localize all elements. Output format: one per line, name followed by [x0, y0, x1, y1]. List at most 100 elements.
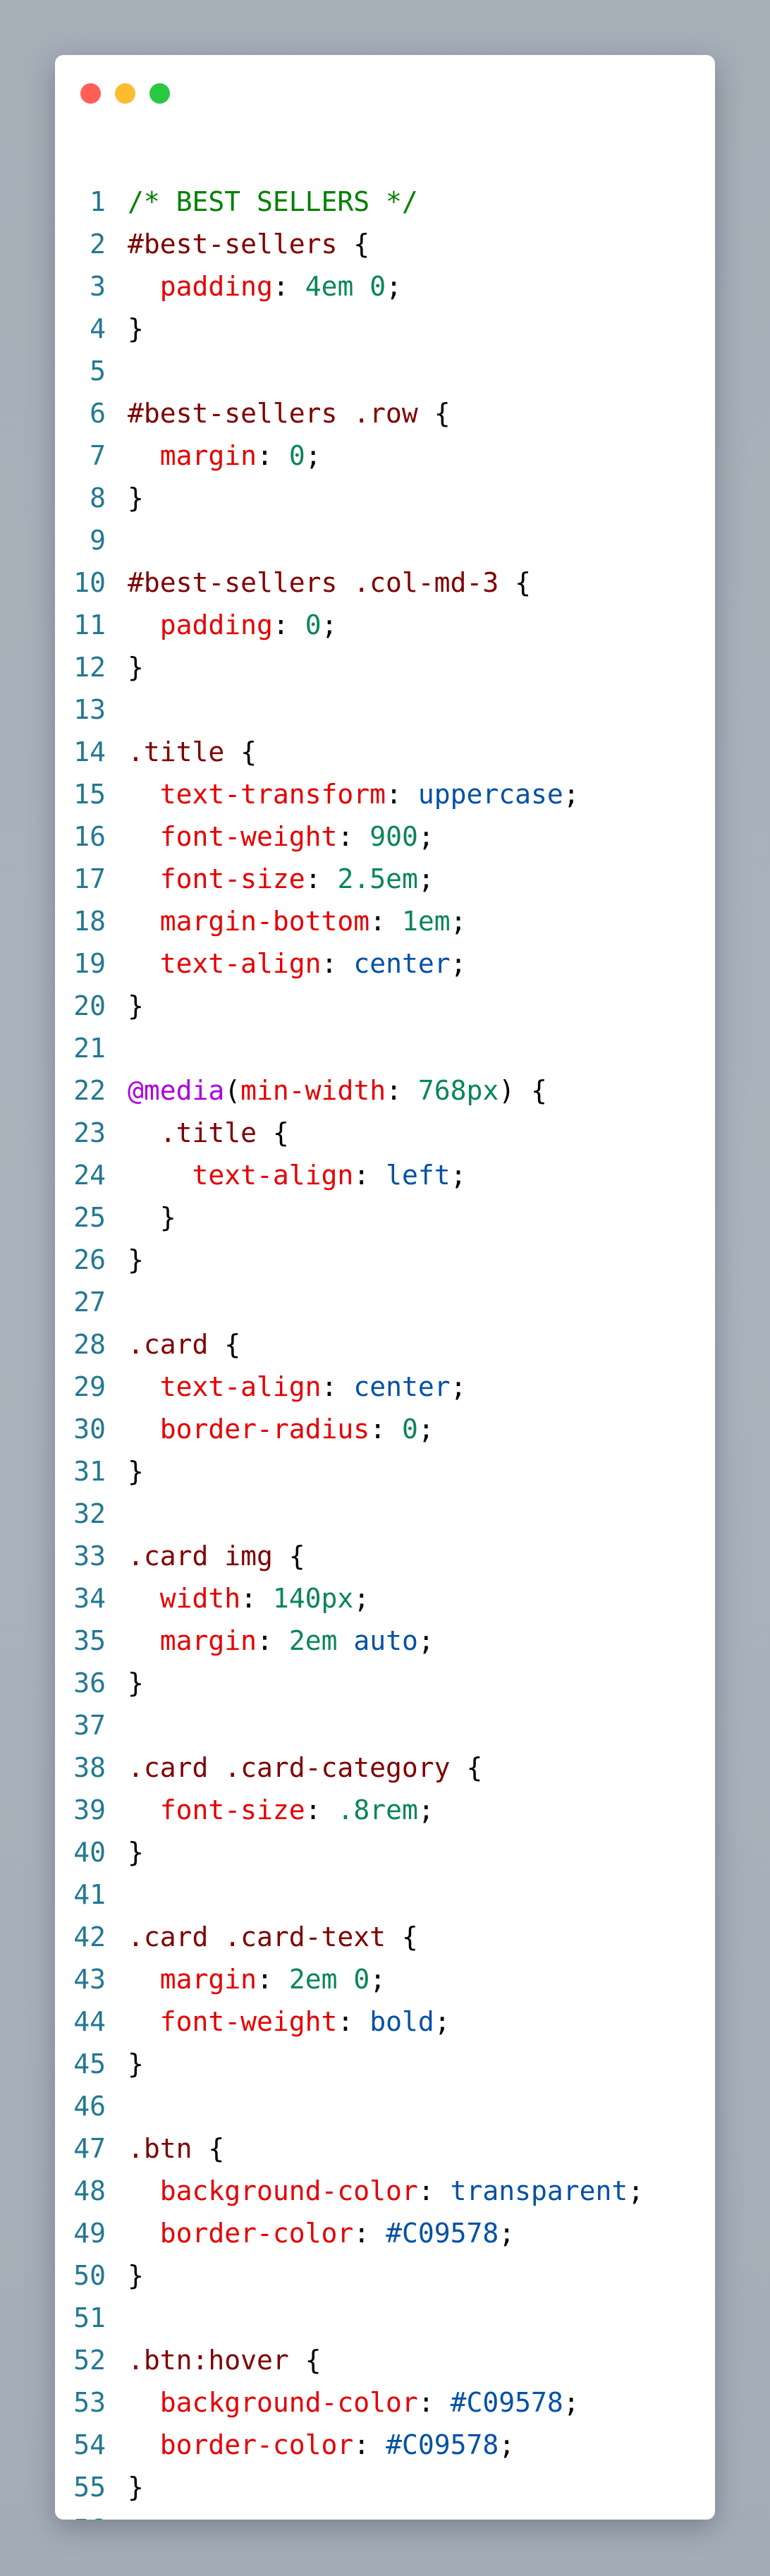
code-token-punct: { [499, 567, 531, 598]
code-token-prop: margin [159, 1964, 257, 1995]
code-token-punct: : [417, 2175, 451, 2206]
line-number: 29 [73, 1371, 106, 1402]
code-token-punct: ; [450, 906, 467, 937]
line-number: 35 [73, 1625, 106, 1656]
code-token-punct [128, 2006, 160, 2037]
line-number: 21 [73, 1033, 106, 1064]
code-token-punct [128, 821, 160, 852]
code-token-punct: { [272, 1541, 305, 1572]
code-token-punct: : [272, 271, 305, 302]
code-text: background-color: #C09578; [128, 2381, 580, 2424]
code-token-punct: } [128, 1244, 144, 1275]
line-number: 33 [73, 1541, 106, 1572]
code-token-punct: : [305, 863, 338, 894]
code-token-punct: ; [305, 440, 322, 471]
code-text: } [128, 2043, 144, 2085]
code-token-punct: ; [450, 948, 467, 979]
window-titlebar [55, 55, 715, 117]
code-token-selector: .title [128, 736, 225, 767]
code-token-punct: : [369, 906, 402, 937]
code-token-prop: margin [159, 1625, 257, 1656]
code-line: 40} [55, 1831, 715, 1873]
code-token-num: 0 [401, 1414, 418, 1445]
code-token-num: 2em [288, 1625, 338, 1656]
code-token-punct: ; [450, 1371, 467, 1402]
code-text: } [128, 646, 144, 688]
code-line: 9 [55, 519, 715, 561]
line-number: 7 [90, 440, 106, 471]
code-token-punct [128, 2218, 160, 2249]
code-token-num: 0 [288, 440, 305, 471]
code-token-prop: width [159, 1583, 241, 1614]
code-token-punct: ; [417, 1794, 434, 1825]
code-token-punct: { [386, 1921, 418, 1952]
code-token-punct: ; [450, 1160, 467, 1191]
line-number: 20 [73, 990, 106, 1021]
code-token-prop: background-color [159, 2175, 418, 2206]
code-token-punct [128, 2175, 160, 2206]
code-token-punct [128, 271, 160, 302]
line-number: 12 [73, 652, 106, 683]
code-token-punct: : [257, 1964, 289, 1995]
code-line: 52 .btn:hover { [55, 2339, 715, 2381]
code-text: @media(min-width: 768px) { [128, 1069, 547, 1112]
code-text: text-transform: uppercase; [128, 773, 580, 815]
line-number: 17 [73, 863, 106, 894]
line-number: 4 [90, 313, 106, 344]
code-token-punct [128, 1414, 160, 1445]
code-line: 26} [55, 1239, 715, 1281]
line-number: 37 [73, 1710, 106, 1741]
code-token-kw: center [353, 948, 451, 979]
line-number: 11 [73, 609, 106, 640]
code-token-punct: { [192, 2133, 225, 2164]
code-line: 42 .card .card-text { [55, 1916, 715, 1958]
close-window-button[interactable] [80, 83, 101, 104]
code-line: 24 text-align: left; [55, 1154, 715, 1196]
code-token-prop: text-align [159, 1371, 322, 1402]
line-number: 22 [73, 1075, 106, 1106]
code-token-prop: text-align [192, 1160, 354, 1191]
code-token-prop: font-weight [159, 821, 338, 852]
code-token-kw: transparent [450, 2175, 628, 2206]
code-token-prop: border-radius [159, 1414, 370, 1445]
code-token-punct: { [450, 1752, 483, 1783]
line-number: 2 [90, 229, 106, 260]
code-token-punct: : [386, 779, 418, 810]
code-token-punct [128, 1794, 160, 1825]
code-token-punct: { [208, 1329, 241, 1360]
code-token-punct: ; [417, 1414, 434, 1445]
code-token-punct: } [128, 2472, 144, 2503]
code-line: 29 text-align: center; [55, 1366, 715, 1408]
line-number: 36 [73, 1667, 106, 1699]
code-token-punct [128, 1160, 192, 1191]
minimize-window-button[interactable] [115, 83, 135, 104]
code-text: background-color: transparent; [128, 2170, 644, 2212]
code-token-punct: : [417, 2387, 451, 2418]
code-token-punct: { [224, 736, 257, 767]
code-text: } [128, 2466, 144, 2508]
code-token-punct: ( [224, 1075, 241, 1106]
code-token-num: 4em [305, 271, 354, 302]
line-number: 6 [90, 398, 106, 429]
line-number: 14 [73, 736, 106, 767]
line-number: 31 [73, 1456, 106, 1487]
code-token-prop: background-color [159, 2387, 418, 2418]
code-token-kw: left [386, 1160, 451, 1191]
code-token-punct: } [128, 1837, 144, 1868]
line-number: 53 [73, 2387, 106, 2418]
code-text: text-align: center; [128, 1366, 467, 1408]
line-number: 10 [73, 567, 106, 598]
code-token-punct: } [128, 652, 144, 683]
code-token-punct: : [272, 609, 305, 640]
code-token-punct: } [128, 2048, 144, 2079]
code-token-punct [128, 906, 160, 937]
code-token-punct [128, 1583, 160, 1614]
code-line: 53 background-color: #C09578; [55, 2381, 715, 2424]
code-line: 21 [55, 1027, 715, 1069]
code-token-punct: } [128, 990, 144, 1021]
maximize-window-button[interactable] [149, 83, 170, 104]
code-token-kw: #C09578 [386, 2218, 499, 2249]
code-text: } [128, 1662, 144, 1704]
code-token-prop: padding [159, 609, 273, 640]
code-line: 25 } [55, 1196, 715, 1239]
